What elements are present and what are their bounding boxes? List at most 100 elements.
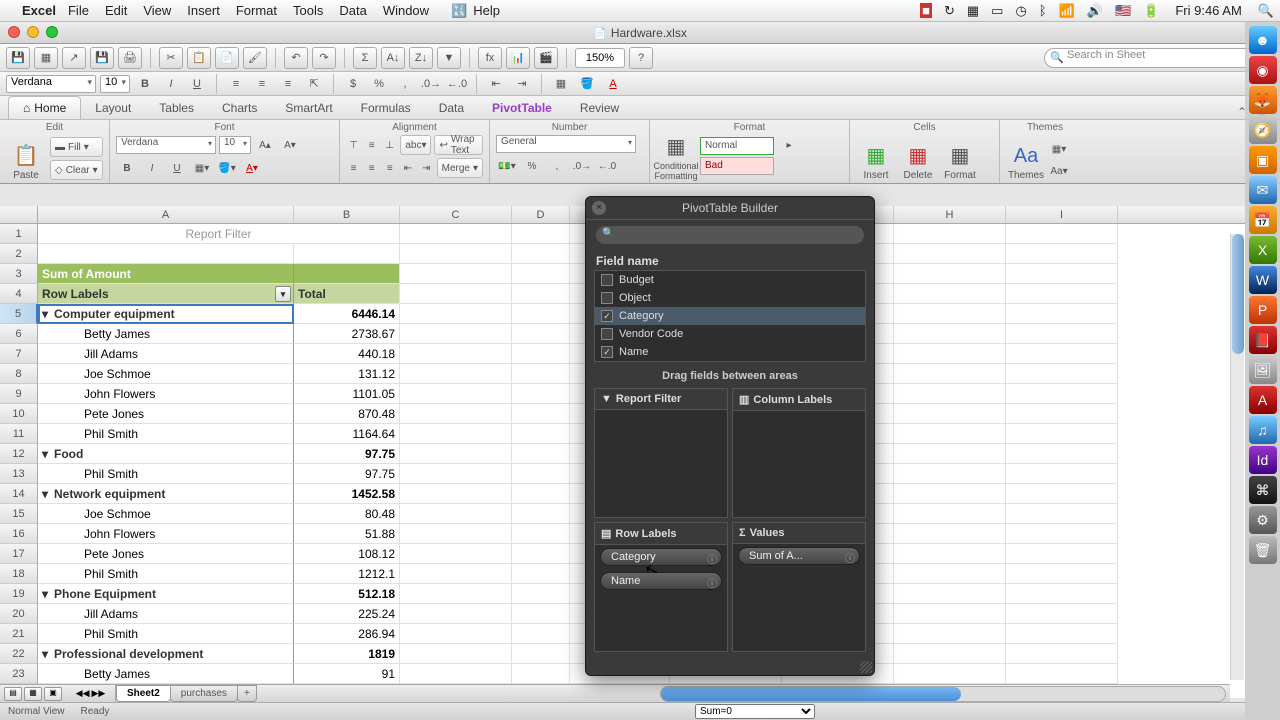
row-header[interactable]: 7 <box>0 344 38 364</box>
row-header[interactable]: 23 <box>0 664 38 684</box>
cell[interactable] <box>1006 644 1118 664</box>
pt-row-label[interactable]: Pete Jones <box>38 544 294 564</box>
dock-id-icon[interactable]: Id <box>1249 446 1277 474</box>
cell[interactable] <box>1006 564 1118 584</box>
bluetooth-icon[interactable]: ᛒ <box>1039 3 1047 18</box>
tab-layout[interactable]: Layout <box>81 97 145 119</box>
dock-safari-icon[interactable]: 🧭 <box>1249 116 1277 144</box>
cell[interactable] <box>400 584 512 604</box>
shrink-font-button[interactable]: A▾ <box>279 135 301 155</box>
dock-finder-icon[interactable]: ☻ <box>1249 26 1277 54</box>
cell[interactable] <box>894 464 1006 484</box>
percent-button[interactable]: % <box>368 74 390 94</box>
cell[interactable] <box>1006 364 1118 384</box>
cell[interactable] <box>400 544 512 564</box>
cell[interactable] <box>294 264 400 284</box>
cell[interactable] <box>400 224 512 244</box>
pt-value[interactable]: 1164.64 <box>294 424 400 444</box>
ribbon-font-color[interactable]: A▾ <box>241 158 263 178</box>
number-format-picker[interactable]: General <box>496 135 636 153</box>
paste-button-big[interactable]: 📋Paste <box>6 135 46 181</box>
cell[interactable] <box>1006 424 1118 444</box>
normal-view-button[interactable]: ▤ <box>4 687 22 701</box>
currency-button[interactable]: $ <box>342 74 364 94</box>
row-header[interactable]: 9 <box>0 384 38 404</box>
cell[interactable] <box>512 444 570 464</box>
cell[interactable] <box>1006 224 1118 244</box>
menu-view[interactable]: View <box>143 3 171 18</box>
theme-fonts-button[interactable]: Aa▾ <box>1048 161 1070 181</box>
filter-button[interactable]: ▼ <box>437 47 461 69</box>
comma-button[interactable]: , <box>394 74 416 94</box>
decrease-indent-button[interactable]: ⇤ <box>485 74 507 94</box>
tab-formulas[interactable]: Formulas <box>347 97 425 119</box>
cell[interactable] <box>894 644 1006 664</box>
cell[interactable] <box>400 284 512 304</box>
pt-value[interactable]: 51.88 <box>294 524 400 544</box>
cell[interactable] <box>894 564 1006 584</box>
theme-colors-button[interactable]: ▦▾ <box>1048 139 1070 159</box>
cell[interactable] <box>400 504 512 524</box>
sheet-tab-1[interactable]: Sheet2 <box>116 685 171 702</box>
cell[interactable] <box>400 624 512 644</box>
underline-button[interactable]: U <box>186 74 208 94</box>
cell[interactable] <box>1006 344 1118 364</box>
font-color-button[interactable]: A <box>602 74 624 94</box>
cell[interactable] <box>512 344 570 364</box>
cell[interactable] <box>894 264 1006 284</box>
cell[interactable] <box>512 244 570 264</box>
field-budget[interactable]: Budget <box>595 271 865 289</box>
flag-icon[interactable]: 🇺🇸 <box>1115 3 1131 19</box>
menu-edit[interactable]: Edit <box>105 3 127 18</box>
cell[interactable] <box>1006 384 1118 404</box>
page-break-view-button[interactable]: ▣ <box>44 687 62 701</box>
dock-word-icon[interactable]: W <box>1249 266 1277 294</box>
cell[interactable] <box>512 504 570 524</box>
cell[interactable] <box>400 404 512 424</box>
pt-row-label[interactable]: Betty James <box>38 324 294 344</box>
report-filter-area[interactable]: Report Filter <box>38 224 400 244</box>
menu-help[interactable]: Help <box>473 3 500 18</box>
cell[interactable] <box>400 564 512 584</box>
dock-app-icon[interactable]: ▣ <box>1249 146 1277 174</box>
conditional-formatting-button[interactable]: ▦Conditional Formatting <box>656 135 696 181</box>
increase-indent-button[interactable]: ⇥ <box>511 74 533 94</box>
italic-button[interactable]: I <box>160 74 182 94</box>
pt-value[interactable]: 440.18 <box>294 344 400 364</box>
format-painter-button[interactable]: 🖌 <box>243 47 267 69</box>
align-bottom[interactable]: ⊥ <box>382 135 397 155</box>
pt-value[interactable]: 225.24 <box>294 604 400 624</box>
cell[interactable] <box>400 444 512 464</box>
pt-row-label[interactable]: ▾Professional development <box>38 644 294 664</box>
dock-ppt-icon[interactable]: P <box>1249 296 1277 324</box>
align-left-button[interactable]: ≡ <box>225 74 247 94</box>
row-header[interactable]: 12 <box>0 444 38 464</box>
sheet-tab-2[interactable]: purchases <box>170 685 238 702</box>
area-column-labels[interactable]: ▥Column Labels <box>732 388 866 518</box>
menu-data[interactable]: Data <box>339 3 366 18</box>
dock-ical-icon[interactable]: 📅 <box>1249 206 1277 234</box>
decrease-decimal-button[interactable]: ←.0 <box>446 74 468 94</box>
ribbon-borders[interactable]: ▦▾ <box>191 158 213 178</box>
align-middle[interactable]: ≡ <box>364 135 379 155</box>
pt-row-label[interactable]: John Flowers <box>38 384 294 404</box>
field-category[interactable]: ✓ Category <box>595 307 865 325</box>
row-header[interactable]: 1 <box>0 224 38 244</box>
pt-row-label[interactable]: Phil Smith <box>38 424 294 444</box>
row-header[interactable]: 11 <box>0 424 38 444</box>
borders-button[interactable]: ▦ <box>550 74 572 94</box>
row-field-category[interactable]: Category <box>600 548 722 566</box>
status-sum[interactable]: Sum=0 <box>695 704 815 719</box>
row-header[interactable]: 6 <box>0 324 38 344</box>
wifi-icon[interactable]: 📶 <box>1059 3 1075 19</box>
cell[interactable] <box>512 484 570 504</box>
cell[interactable] <box>1006 304 1118 324</box>
chart-button[interactable]: 📊 <box>506 47 530 69</box>
cell[interactable] <box>894 324 1006 344</box>
themes-button[interactable]: AaThemes <box>1006 135 1046 181</box>
cell[interactable] <box>1006 544 1118 564</box>
field-checkbox[interactable] <box>601 292 613 304</box>
cell[interactable] <box>400 424 512 444</box>
autosum-button[interactable]: Σ <box>353 47 377 69</box>
grow-font-button[interactable]: A▴ <box>254 135 276 155</box>
